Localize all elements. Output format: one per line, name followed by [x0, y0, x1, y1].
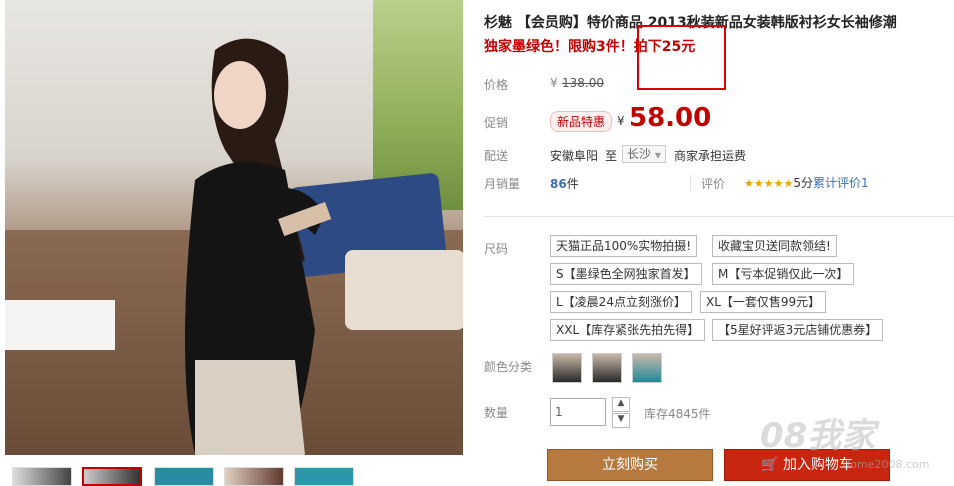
thumbnail[interactable] [224, 467, 284, 486]
size-label: 尺码 [484, 242, 509, 256]
destination-value: 长沙 [627, 147, 652, 161]
original-price: 138.00 [562, 76, 604, 90]
thumbnail[interactable] [294, 467, 354, 486]
star-rating-icon: ★★★★★ [744, 177, 794, 190]
thumbnail[interactable] [12, 467, 72, 486]
watermark-url: Home2008.com [842, 458, 930, 471]
model-figure [185, 38, 332, 455]
currency-symbol: ¥ [550, 76, 558, 90]
thumbnail[interactable] [154, 467, 214, 486]
rating-score: 5分 [793, 176, 813, 190]
sales-unit: 件 [566, 177, 579, 191]
background-table [5, 300, 115, 350]
original-price-label: 价格 [484, 78, 509, 92]
increase-icon[interactable]: ▲ [612, 397, 630, 412]
quantity-label: 数量 [484, 406, 509, 420]
size-option[interactable]: 【5星好评返3元店铺优惠券】 [712, 319, 884, 341]
review-count: 累计评价1 [812, 176, 869, 190]
stock-count: 库存4845件 [644, 407, 711, 421]
ship-from: 安徽阜阳 [550, 149, 599, 163]
size-option[interactable]: XL【一套仅售99元】 [700, 291, 827, 313]
promo-price: 58.00 [629, 103, 712, 133]
quantity-input[interactable]: 1 [550, 398, 606, 426]
main-product-image[interactable] [5, 0, 463, 455]
sales-count: 86 [550, 177, 567, 191]
size-option[interactable]: S【墨绿色全网独家首发】 [550, 263, 702, 285]
buy-now-button[interactable]: 立刻购买 [547, 449, 713, 481]
monthly-sales: 86件 [550, 175, 579, 192]
promo-price-label: 促销 [484, 116, 509, 130]
destination-select[interactable]: 长沙 ▼ [622, 145, 666, 163]
color-swatch[interactable] [632, 353, 662, 383]
separator [690, 175, 691, 191]
product-gallery [0, 0, 470, 486]
chevron-down-icon: ▼ [654, 151, 661, 160]
size-option[interactable]: M【亏本促销仅此一次】 [712, 263, 855, 285]
color-swatch[interactable] [552, 353, 582, 383]
shipping-note: 商家承担运费 [674, 149, 747, 163]
thumbnail[interactable] [82, 467, 142, 486]
size-option[interactable]: L【凌晨24点立刻涨价】 [550, 291, 692, 313]
size-option[interactable]: XXL【库存紧张先拍先得】 [550, 319, 706, 341]
color-swatch[interactable] [592, 353, 622, 383]
ship-to-word: 至 [605, 149, 618, 163]
review-label: 评价 [701, 177, 726, 191]
cart-icon: 🛒 [761, 457, 779, 473]
promo-text: 独家墨绿色！限购3件！ [484, 39, 634, 55]
monthly-sales-label: 月销量 [484, 177, 521, 191]
size-option[interactable]: 天猫正品100%实物拍摄! [550, 235, 698, 257]
currency-symbol: ¥ [617, 114, 625, 128]
size-option[interactable]: 收藏宝贝送同款领结! [712, 235, 837, 257]
decrease-icon[interactable]: ▼ [612, 413, 630, 428]
color-label: 颜色分类 [484, 360, 533, 374]
shipping-label: 配送 [484, 149, 509, 163]
watermark-logo: 08我家 [760, 416, 876, 456]
promo-badge: 新品特惠 [550, 111, 613, 132]
rating[interactable]: ★★★★★5分累计评价1 [744, 174, 869, 191]
annotation-box [637, 25, 726, 90]
divider [484, 216, 954, 217]
